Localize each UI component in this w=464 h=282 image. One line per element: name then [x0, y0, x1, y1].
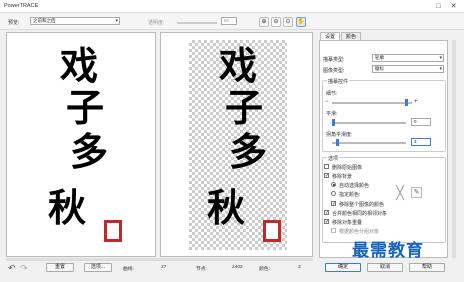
- after-calligraphy-1: 戏: [218, 43, 257, 88]
- group-by-color-checkbox[interactable]: [331, 228, 336, 233]
- smoothing-slider[interactable]: [332, 119, 406, 126]
- detail-plus-icon[interactable]: +: [414, 99, 418, 105]
- nodes-label: 节点:: [196, 267, 207, 272]
- image-type-value: 徽标: [375, 66, 384, 71]
- before-calligraphy-1: 戏: [59, 43, 98, 88]
- after-calligraphy-3: 多: [228, 129, 267, 174]
- curves-label: 曲线:: [123, 267, 134, 272]
- transparency-input[interactable]: 80: [221, 17, 237, 25]
- remove-overlap-label: 移除对象重叠: [332, 220, 363, 226]
- after-image: 戏 子 多 秋: [189, 40, 287, 250]
- specify-color-radio[interactable]: [331, 191, 336, 196]
- remove-whole-color-label: 移除整个图像的颜色: [339, 202, 385, 208]
- smoothing-label: 平滑:: [326, 111, 338, 117]
- specify-color-label: 指定颜色:: [339, 192, 361, 198]
- colors-label: 颜色:: [259, 267, 270, 272]
- remove-whole-color-checkbox[interactable]: ✓: [331, 201, 336, 207]
- horizontal-scrollbar[interactable]: [6, 258, 313, 261]
- smoothing-input[interactable]: 0: [411, 118, 431, 126]
- smoothing-slider-thumb[interactable]: [332, 119, 335, 126]
- remove-background-checkbox[interactable]: ✓: [324, 173, 329, 179]
- cancel-button[interactable]: 取消: [367, 263, 403, 272]
- trace-type-select[interactable]: 轮廓: [372, 54, 444, 62]
- group-by-color-label: 根据颜色分组对象: [339, 229, 380, 235]
- corner-smoothness-slider[interactable]: [332, 139, 406, 146]
- corner-smoothness-thumb[interactable]: [336, 139, 339, 146]
- before-calligraphy-3: 多: [69, 129, 108, 174]
- merge-adjacent-label: 合并颜色相同的相邻对象: [332, 211, 388, 217]
- transparency-slider[interactable]: [177, 22, 217, 24]
- no-color-swatch-icon[interactable]: ╳: [392, 186, 408, 200]
- zoom-fit-icon[interactable]: ⊙: [283, 17, 293, 27]
- maximize-icon[interactable]: □: [434, 2, 443, 11]
- corner-smoothness-input[interactable]: 3: [411, 138, 431, 146]
- options-label: 选项: [327, 155, 340, 162]
- before-image: 戏 子 多 秋: [30, 40, 130, 250]
- trace-controls-label: 描摹控件: [327, 78, 350, 85]
- image-type-select[interactable]: 徽标: [372, 65, 444, 73]
- close-icon[interactable]: ✕: [449, 2, 458, 11]
- before-seal-icon: [104, 220, 122, 242]
- zoom-in-icon[interactable]: ⊕: [259, 17, 269, 27]
- nodes-value: 2402: [232, 265, 243, 270]
- remove-background-label: 移除背景: [332, 174, 353, 180]
- help-button[interactable]: 帮助: [409, 263, 445, 272]
- curves-value: 27: [161, 265, 167, 270]
- pan-hand-icon[interactable]: ✋: [296, 17, 306, 27]
- eyedropper-icon[interactable]: ✎: [411, 187, 422, 198]
- trace-type-value: 轮廓: [375, 55, 384, 60]
- before-calligraphy-2: 子: [65, 85, 104, 130]
- colors-value: 3: [298, 265, 301, 270]
- auto-color-label: 自动选择颜色: [339, 183, 370, 189]
- detail-slider-thumb[interactable]: [405, 99, 409, 106]
- detail-minus-icon[interactable]: −: [325, 99, 329, 105]
- trace-type-label: 描摹类型:: [323, 57, 345, 63]
- detail-slider[interactable]: [332, 99, 412, 106]
- auto-color-radio[interactable]: [331, 182, 336, 187]
- preview-select-value: 之前和之后: [33, 18, 56, 23]
- preview-select[interactable]: 之前和之后: [30, 17, 120, 25]
- window-title: PowerTRACE: [4, 3, 39, 9]
- corner-smoothness-label: 拐角平滑度:: [326, 132, 353, 138]
- after-calligraphy-4: 秋: [206, 185, 245, 230]
- transparency-label: 透明度:: [148, 20, 165, 26]
- preview-label: 预览:: [8, 20, 20, 26]
- title-bar: [0, 0, 464, 13]
- image-type-label: 图像类型:: [323, 68, 345, 74]
- redo-icon[interactable]: ↷: [20, 263, 28, 274]
- watermark-text: 最需教育: [352, 241, 424, 261]
- delete-original-checkbox[interactable]: [324, 164, 329, 169]
- after-calligraphy-2: 子: [224, 85, 263, 130]
- remove-overlap-checkbox[interactable]: ✓: [324, 219, 329, 225]
- ok-button[interactable]: 确定: [325, 263, 361, 272]
- vertical-scrollbar[interactable]: [452, 40, 456, 258]
- before-calligraphy-4: 秋: [47, 185, 86, 230]
- zoom-out-icon[interactable]: ⊖: [271, 17, 281, 27]
- undo-icon[interactable]: ↶: [8, 263, 16, 274]
- options-button[interactable]: 选项...: [84, 263, 112, 272]
- detail-label: 细节:: [326, 91, 338, 97]
- delete-original-label: 删除原始图像: [332, 165, 363, 171]
- after-seal-icon: [263, 220, 281, 242]
- reset-button[interactable]: 重置: [46, 263, 74, 272]
- merge-adjacent-checkbox[interactable]: ✓: [324, 210, 329, 216]
